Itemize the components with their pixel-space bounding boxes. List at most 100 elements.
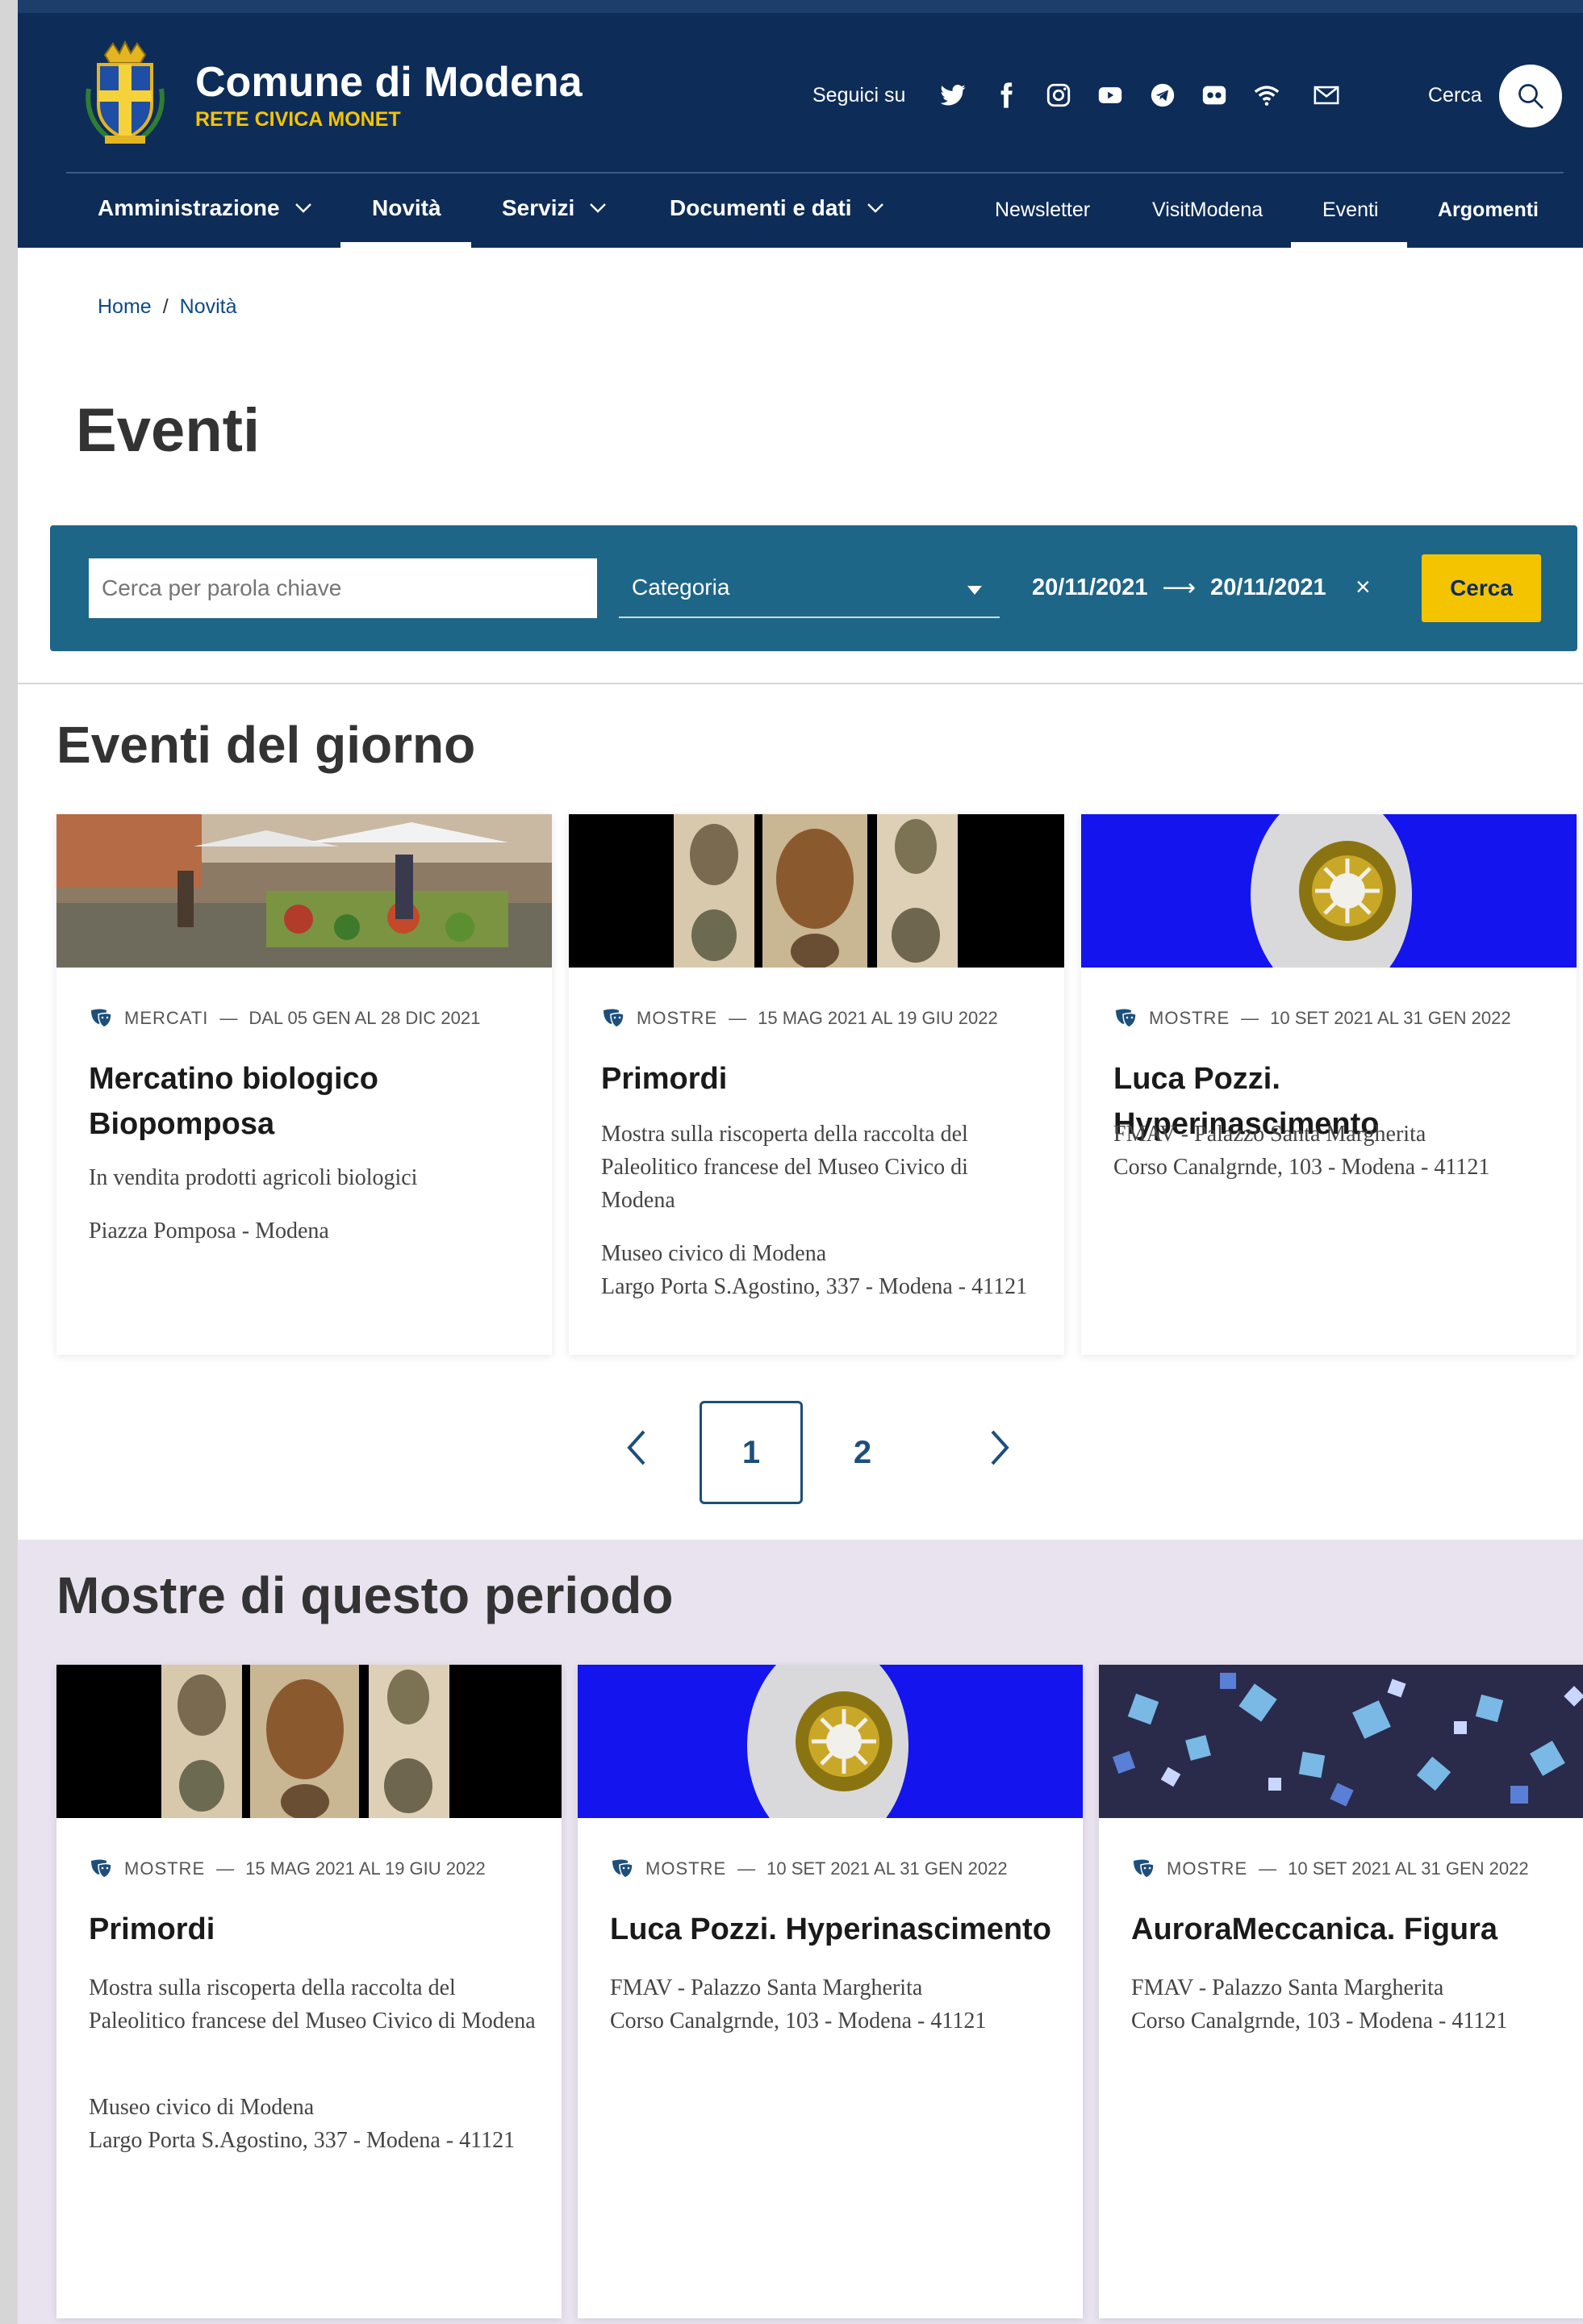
exhibition-card[interactable]: MOSTRE — 15 MAG 2021 AL 19 GIU 2022 Prim… [56, 1665, 562, 2318]
card-location: Piazza Pomposa - Modena [89, 1218, 329, 1244]
nav-servizi[interactable]: Servizi [502, 195, 607, 221]
card-title[interactable]: AuroraMeccanica. Figura [1131, 1907, 1580, 1952]
location-address: Largo Porta S.Agostino, 337 - Modena - 4… [601, 1274, 1028, 1299]
location-address: Corso Canalgrnde, 103 - Modena - 41121 [1113, 1155, 1490, 1180]
card-meta: MOSTRE — 10 SET 2021 AL 31 GEN 2022 [1113, 1008, 1511, 1029]
card-meta: MOSTRE — 15 MAG 2021 AL 19 GIU 2022 [601, 1008, 998, 1029]
card-category[interactable]: MOSTRE [1167, 1858, 1247, 1879]
nav-novita[interactable]: Novità [372, 195, 441, 221]
keyword-search-input[interactable] [89, 558, 597, 618]
chevron-left-icon[interactable] [624, 1428, 649, 1467]
meta-dash: — [219, 1008, 238, 1028]
event-card[interactable]: MERCATI — DAL 05 GEN AL 28 DIC 2021 Merc… [56, 814, 552, 1355]
card-meta: MOSTRE — 10 SET 2021 AL 31 GEN 2022 [610, 1858, 1008, 1879]
chevron-down-icon [867, 203, 883, 213]
card-dates: 15 MAG 2021 AL 19 GIU 2022 [245, 1858, 486, 1879]
header-divider [66, 172, 1564, 173]
card-location: Museo civico di Modena Largo Porta S.Ago… [601, 1237, 1040, 1303]
category-select[interactable]: Categoria [619, 558, 1000, 618]
chevron-down-icon [590, 203, 607, 213]
nav-newsletter[interactable]: Newsletter [995, 199, 1090, 222]
site-header: Comune di Modena RETE CIVICA MONET Segui… [18, 0, 1583, 248]
card-location: FMAV - Palazzo Santa Margherita Corso Ca… [1113, 1118, 1552, 1184]
exhibition-card[interactable]: MOSTRE — 10 SET 2021 AL 31 GEN 2022 Auro… [1099, 1665, 1583, 2318]
card-category[interactable]: MOSTRE [124, 1858, 205, 1879]
card-category[interactable]: MOSTRE [637, 1008, 717, 1029]
nav-visitmodena[interactable]: VisitModena [1152, 199, 1263, 222]
chevron-down-icon [294, 203, 311, 213]
header-search-label[interactable]: Cerca [1428, 84, 1482, 107]
nav-eventi[interactable]: Eventi [1322, 199, 1378, 222]
youtube-icon[interactable] [1094, 79, 1126, 111]
clear-date-icon[interactable]: × [1355, 572, 1371, 602]
telegram-icon[interactable] [1147, 79, 1179, 111]
card-meta: MERCATI — DAL 05 GEN AL 28 DIC 2021 [89, 1008, 480, 1029]
card-dates: 10 SET 2021 AL 31 GEN 2022 [1288, 1858, 1529, 1879]
card-title[interactable]: Mercatino biologico Biopomposa [89, 1056, 528, 1147]
pagination-page-2[interactable]: 2 [811, 1401, 914, 1504]
theater-masks-icon [1116, 1009, 1137, 1028]
card-title[interactable]: Primordi [601, 1056, 1040, 1101]
breadcrumb-current[interactable]: Novità [180, 295, 237, 319]
mail-icon[interactable] [1310, 79, 1343, 111]
theater-masks-icon [612, 1859, 633, 1879]
meta-dash: — [1241, 1008, 1259, 1028]
flickr-icon[interactable] [1198, 79, 1230, 111]
coat-of-arms-logo[interactable] [81, 40, 169, 149]
rss-icon[interactable] [1251, 79, 1283, 111]
artifacts-photo [56, 1665, 562, 1818]
brand-title[interactable]: Comune di Modena [195, 58, 583, 107]
card-location: FMAV - Palazzo Santa Margherita Corso Ca… [1131, 1971, 1580, 2038]
brand-subtitle[interactable]: RETE CIVICA MONET [195, 108, 401, 132]
location-venue: Museo civico di Modena [89, 2095, 315, 2120]
card-category[interactable]: MERCATI [124, 1008, 208, 1029]
facebook-icon[interactable] [990, 79, 1022, 111]
market-photo [56, 814, 552, 968]
follow-label: Seguici su [812, 84, 906, 107]
nav-active-indicator [1291, 242, 1407, 248]
date-to[interactable]: 20/11/2021 [1210, 575, 1326, 601]
event-card[interactable]: MOSTRE — 15 MAG 2021 AL 19 GIU 2022 Prim… [569, 814, 1064, 1355]
header-search-button[interactable] [1499, 65, 1562, 127]
meta-dash: — [1259, 1858, 1277, 1879]
meta-dash: — [729, 1008, 747, 1028]
location-address: Corso Canalgrnde, 103 - Modena - 41121 [1131, 2008, 1508, 2034]
card-title[interactable]: Luca Pozzi. Hyperinascimento [610, 1907, 1059, 1952]
theater-masks-icon [91, 1009, 112, 1028]
card-description: Mostra sulla riscoperta della raccolta d… [601, 1122, 968, 1213]
exhibitions-section-title: Mostre di questo periodo [56, 1566, 674, 1624]
caret-down-icon [967, 586, 982, 595]
theater-masks-icon [604, 1009, 624, 1028]
nav-label: Argomenti [1438, 199, 1539, 221]
card-title[interactable]: Primordi [89, 1907, 537, 1952]
nav-documenti-e-dati[interactable]: Documenti e dati [670, 195, 884, 221]
card-meta: MOSTRE — 10 SET 2021 AL 31 GEN 2022 [1131, 1858, 1529, 1879]
nav-amministrazione[interactable]: Amministrazione [98, 195, 312, 221]
date-range-picker[interactable]: 20/11/2021 ⟶ 20/11/2021 [1032, 574, 1326, 602]
nav-label: Newsletter [995, 199, 1091, 221]
event-card[interactable]: MOSTRE — 10 SET 2021 AL 31 GEN 2022 Luca… [1081, 814, 1577, 1355]
card-category[interactable]: MOSTRE [1149, 1008, 1230, 1029]
pagination-page-1[interactable]: 1 [700, 1401, 803, 1504]
exhibition-card[interactable]: MOSTRE — 10 SET 2021 AL 31 GEN 2022 Luca… [578, 1665, 1083, 2318]
location-venue: FMAV - Palazzo Santa Margherita [1113, 1122, 1426, 1147]
card-dates: DAL 05 GEN AL 28 DIC 2021 [249, 1008, 481, 1028]
exhibition-photo [578, 1665, 1083, 1818]
twitter-icon[interactable] [937, 79, 969, 111]
chevron-right-icon[interactable] [988, 1428, 1012, 1467]
nav-label: VisitModena [1152, 199, 1263, 221]
card-description: In vendita prodotti agricoli biologici [89, 1165, 418, 1190]
card-category[interactable]: MOSTRE [645, 1858, 726, 1879]
search-button[interactable]: Cerca [1422, 554, 1541, 622]
location-address: Largo Porta S.Agostino, 337 - Modena - 4… [89, 2128, 516, 2153]
card-dates: 10 SET 2021 AL 31 GEN 2022 [766, 1858, 1008, 1879]
card-description: Mostra sulla riscoperta della raccolta d… [89, 1975, 536, 2034]
date-from[interactable]: 20/11/2021 [1032, 575, 1148, 601]
arrow-right-icon: ⟶ [1162, 575, 1197, 601]
meta-dash: — [737, 1858, 756, 1879]
left-gutter [0, 0, 18, 2324]
breadcrumb-home[interactable]: Home [98, 295, 152, 319]
nav-argomenti[interactable]: Argomenti [1438, 199, 1539, 222]
meta-dash: — [216, 1858, 235, 1879]
instagram-icon[interactable] [1042, 79, 1075, 111]
